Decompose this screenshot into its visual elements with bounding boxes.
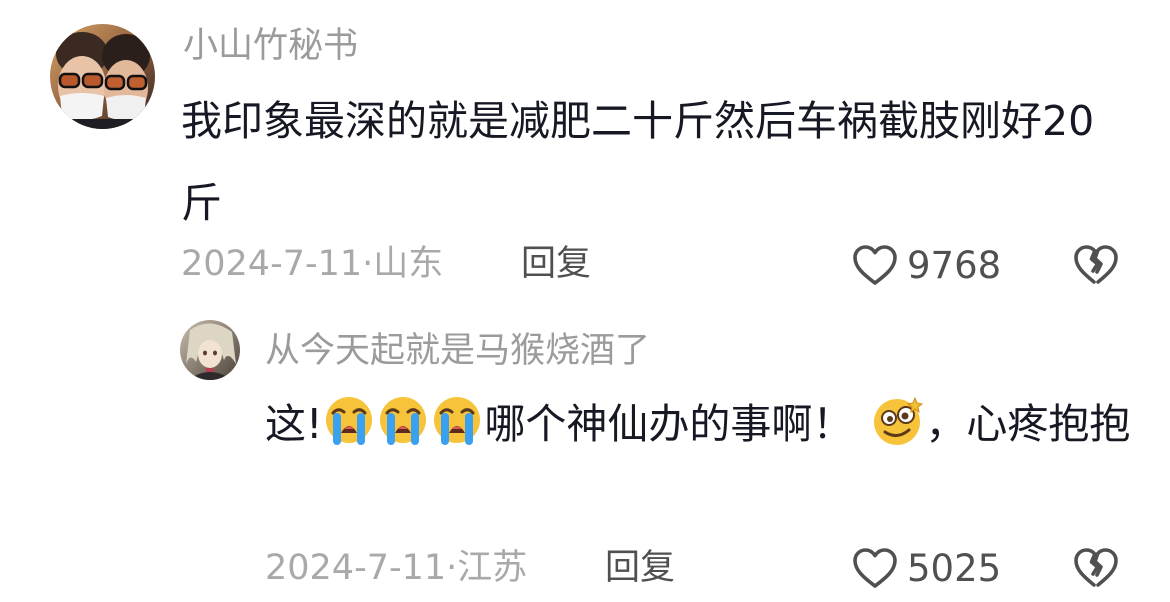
avatar[interactable] [50, 24, 155, 129]
broken-heart-icon [1072, 546, 1120, 590]
heart-outline-icon [851, 243, 899, 287]
loudly-crying-face-emoji [322, 394, 376, 448]
reply-button[interactable]: 回复 [605, 551, 675, 586]
woozy-face-emoji [871, 394, 925, 448]
comment-text-segment: 哪个神仙办的事啊！ [484, 400, 854, 448]
broken-heart-icon [1072, 243, 1120, 287]
like-count: 5025 [907, 546, 1002, 590]
like-button[interactable]: 9768 [851, 243, 1001, 287]
like-count: 9768 [907, 243, 1002, 287]
comment-location: 山东 [373, 244, 444, 284]
comment-meta: 2024-7-11·山东 [181, 247, 443, 282]
avatar[interactable] [180, 320, 240, 380]
comment-username[interactable]: 小山竹秘书 [183, 29, 358, 64]
comment-text-segment: 这! [265, 400, 323, 448]
loudly-crying-face-emoji [430, 394, 484, 448]
reply-button[interactable]: 回复 [521, 247, 591, 282]
comment-username[interactable]: 从今天起就是马猴烧酒了 [265, 334, 650, 369]
comment-date: 2024-7-11 [265, 548, 447, 588]
heart-outline-icon [851, 546, 899, 590]
comment-text-segment: ，心疼抱抱 [925, 400, 1131, 448]
loudly-crying-face-emoji [376, 394, 430, 448]
comment-text: 我印象最深的就是减肥二十斤然后车祸截肢刚好20斤 [181, 97, 1095, 227]
comment-date: 2024-7-11 [181, 244, 363, 284]
comment-text: 这! 哪个神仙办的事啊！ ，心疼抱抱 [265, 383, 1135, 465]
comment-meta: 2024-7-11·江苏 [265, 551, 527, 586]
meta-separator: · [362, 244, 374, 284]
like-button[interactable]: 5025 [851, 546, 1001, 590]
dislike-button[interactable] [1072, 243, 1120, 287]
comment-location: 江苏 [457, 548, 528, 588]
meta-separator: · [446, 548, 458, 588]
dislike-button[interactable] [1072, 546, 1120, 590]
